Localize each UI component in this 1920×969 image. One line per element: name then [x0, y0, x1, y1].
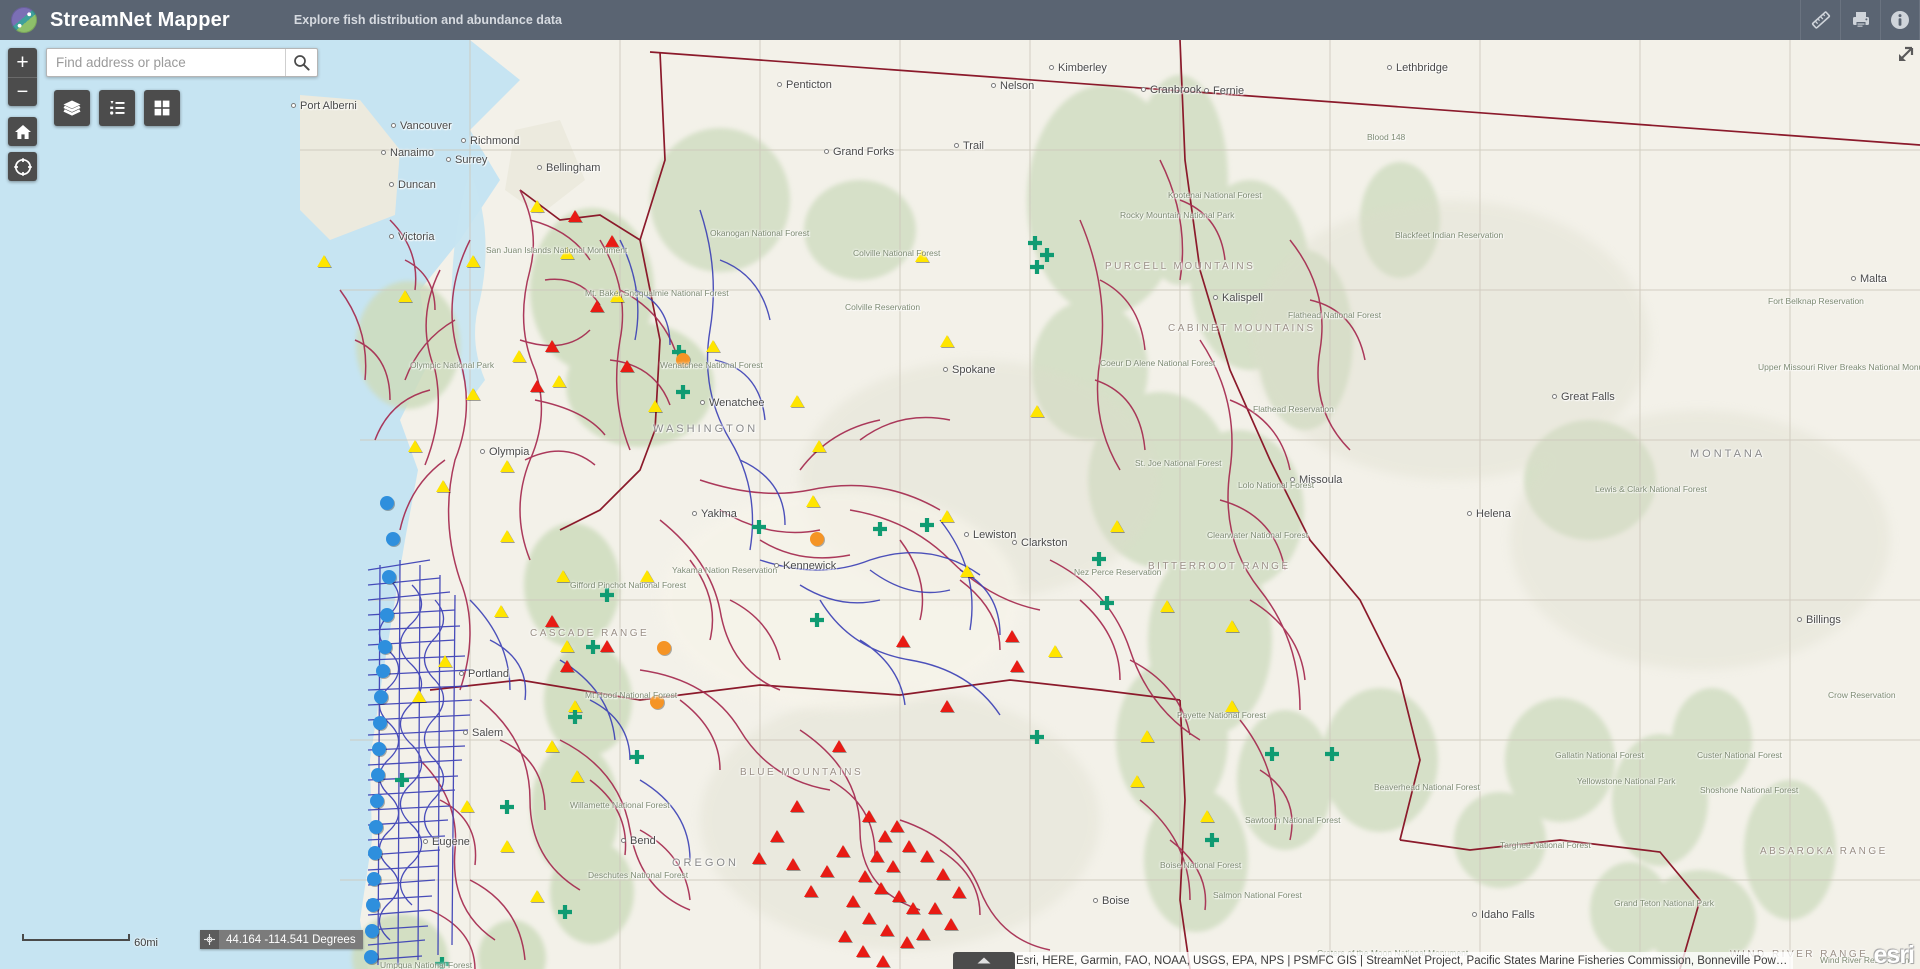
- printer-icon: [1850, 9, 1872, 31]
- print-tool-button[interactable]: [1840, 0, 1880, 40]
- scale-bar-label: 60mi: [134, 937, 158, 949]
- map-canvas[interactable]: Port AlberniVancouverRichmondSurreyNanai…: [0, 40, 1920, 969]
- search-icon: [293, 54, 310, 71]
- zoom-control: + −: [8, 48, 37, 106]
- expand-collapse-button[interactable]: [1896, 44, 1916, 69]
- legend-button[interactable]: [99, 90, 135, 126]
- scale-bar: 60mi: [22, 934, 130, 941]
- layer-list-button[interactable]: [54, 90, 90, 126]
- home-extent-button[interactable]: [8, 117, 37, 146]
- search-submit-button[interactable]: [285, 49, 317, 76]
- expand-arrow-icon: [1896, 44, 1916, 64]
- scale-bar-line: [22, 934, 130, 941]
- measure-tool-button[interactable]: [1800, 0, 1840, 40]
- streamnet-globe-icon: [11, 7, 37, 33]
- zoom-out-button[interactable]: −: [8, 77, 37, 106]
- basemap-grid-icon: [152, 98, 172, 118]
- about-info-button[interactable]: [1880, 0, 1920, 40]
- coordinate-readout: 44.164 -114.541 Degrees: [219, 930, 363, 949]
- home-icon: [14, 123, 32, 141]
- attribution-bar: Esri, HERE, Garmin, FAO, NOAA, USGS, EPA…: [1010, 952, 1793, 969]
- stream-network-layer: [0, 40, 1920, 969]
- map-tool-row: [54, 90, 180, 126]
- attribution-toggle-button[interactable]: [953, 952, 1015, 969]
- basemap-gallery-button[interactable]: [144, 90, 180, 126]
- search-input[interactable]: [47, 49, 285, 76]
- zoom-in-button[interactable]: +: [8, 48, 37, 77]
- layers-stack-icon: [62, 98, 82, 118]
- crosshair-icon[interactable]: [200, 930, 219, 949]
- my-location-button[interactable]: [8, 152, 37, 181]
- esri-logo: esri: [1874, 943, 1914, 968]
- locate-crosshair-icon: [13, 157, 33, 177]
- legend-list-icon: [107, 98, 127, 118]
- app-title: StreamNet Mapper: [50, 9, 230, 32]
- search-widget[interactable]: [46, 48, 318, 77]
- app-header: StreamNet Mapper Explore fish distributi…: [0, 0, 1920, 40]
- app-root: StreamNet Mapper Explore fish distributi…: [0, 0, 1920, 969]
- app-subtitle: Explore fish distribution and abundance …: [294, 13, 562, 27]
- ruler-icon: [1810, 9, 1832, 31]
- info-icon: [1889, 9, 1911, 31]
- chevron-up-icon: [976, 956, 992, 965]
- header-tool-group: [1800, 0, 1920, 40]
- coordinate-widget[interactable]: 44.164 -114.541 Degrees: [200, 930, 363, 949]
